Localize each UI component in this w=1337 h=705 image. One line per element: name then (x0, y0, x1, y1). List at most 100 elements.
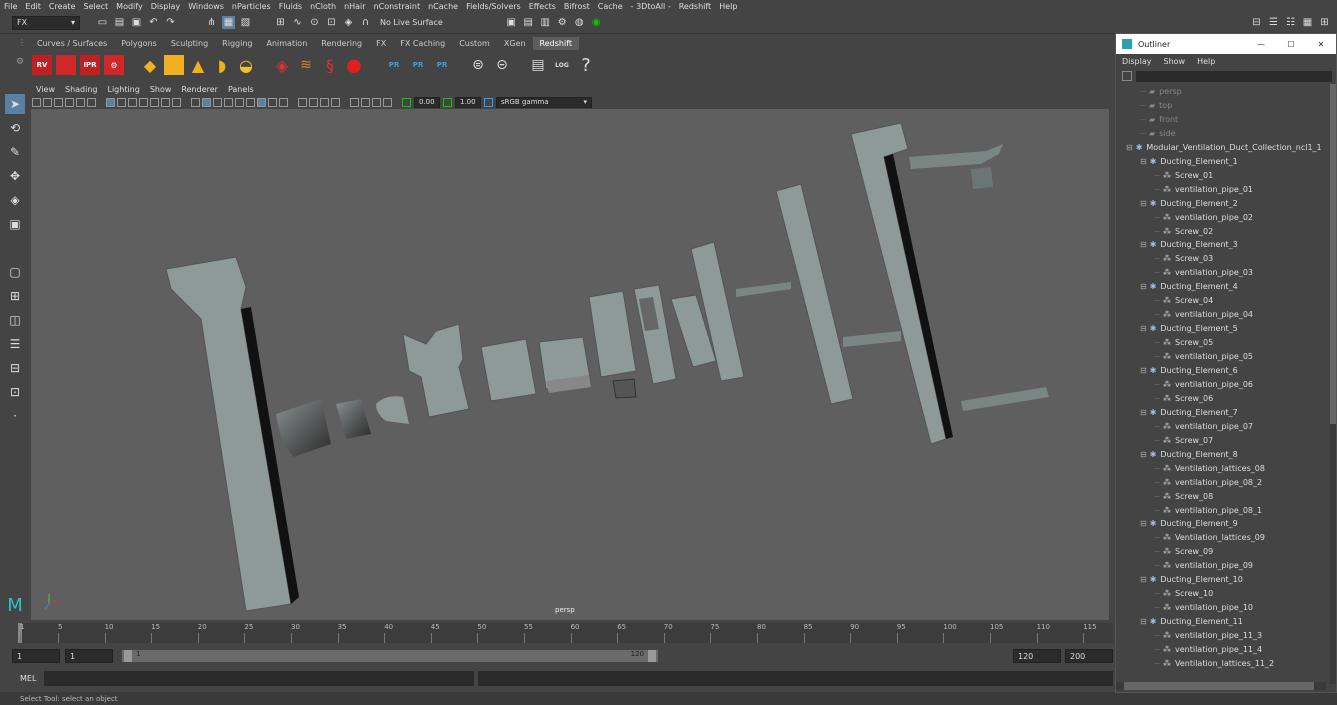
range-slider-bar[interactable]: 1 120 (122, 650, 658, 662)
render-frame-icon[interactable]: ▤ (522, 16, 535, 29)
smooth-shade-icon[interactable] (202, 97, 211, 107)
menuset-dropdown[interactable]: FX ▾ (12, 15, 80, 30)
range-handle-end[interactable] (648, 650, 656, 662)
rs-hair-icon[interactable]: § (320, 55, 340, 75)
outliner-item[interactable]: — ⁂ Ventilation_lattices_09 (1116, 531, 1265, 544)
collapse-icon[interactable]: ⊟ (1126, 143, 1133, 152)
start-time-field[interactable]: 1 (12, 649, 60, 663)
scale-tool-icon[interactable]: ▣ (5, 214, 25, 234)
render-settings-icon[interactable]: ⚙ (556, 16, 569, 29)
panel-menu-0[interactable]: View (31, 85, 60, 94)
gamma-icon[interactable] (443, 97, 452, 107)
field-chart-icon[interactable] (150, 97, 159, 107)
outliner-layout-icon[interactable]: ☰ (5, 334, 25, 354)
outliner-item[interactable]: — ⁂ Ventilation_lattices_08 (1116, 462, 1265, 475)
rs-render-icon[interactable] (56, 55, 76, 75)
modeling-toolkit-icon[interactable]: ⊞ (1318, 16, 1331, 29)
shelf-tab-3[interactable]: Rigging (215, 37, 259, 50)
gate-mask-icon[interactable] (139, 97, 148, 107)
collapse-icon[interactable]: ⊟ (1140, 324, 1147, 333)
rs-proxy-icon[interactable]: ◈ (272, 55, 292, 75)
channel-box-icon[interactable]: ☰ (1267, 16, 1280, 29)
outliner-item[interactable]: ⊟ ✱ Modular_Ventilation_Duct_Collection_nc… (1116, 141, 1322, 154)
menu-6[interactable]: Windows (184, 2, 228, 11)
single-layout-icon[interactable]: ▢ (5, 262, 25, 282)
gamma-field[interactable]: 1.00 (455, 96, 481, 108)
rs-dome-light-icon[interactable]: ◗ (212, 55, 232, 75)
shelf-settings-icon[interactable]: ⚙ (16, 57, 30, 67)
collapse-icon[interactable]: ⊟ (1140, 240, 1147, 249)
frame-all-icon[interactable] (372, 97, 381, 107)
shelf-tab-1[interactable]: Polygons (114, 37, 164, 50)
shelf-tab-2[interactable]: Sculpting (164, 37, 215, 50)
outliner-item[interactable]: — ▰ persp (1116, 85, 1182, 98)
filter-icon[interactable] (1122, 71, 1132, 81)
outliner-item[interactable]: — ⁂ ventilation_pipe_11_3 (1116, 629, 1262, 642)
rs-ies-light-icon[interactable]: ▲ (188, 55, 208, 75)
select-object-icon[interactable]: ▦ (222, 16, 235, 29)
attribute-editor-icon[interactable]: ☷ (1284, 16, 1297, 29)
panel-menu-1[interactable]: Shading (60, 85, 103, 94)
outliner-item[interactable]: ⊟ ✱ Ducting_Element_1 (1116, 155, 1238, 168)
perspective-viewport[interactable]: persp (31, 109, 1109, 620)
outliner-item[interactable]: — ▰ front (1116, 113, 1178, 126)
shelf-tab-4[interactable]: Animation (259, 37, 314, 50)
select-tool-icon[interactable]: ➤ (5, 94, 25, 114)
open-scene-icon[interactable]: ▤ (113, 16, 126, 29)
range-handle-start[interactable] (124, 650, 132, 662)
select-component-icon[interactable]: ▧ (239, 16, 252, 29)
panel-menu-2[interactable]: Lighting (102, 85, 144, 94)
shelf-tab-8[interactable]: Custom (452, 37, 497, 50)
rs-help-icon[interactable]: ? (576, 55, 596, 76)
script-layout-icon[interactable]: ⊡ (5, 382, 25, 402)
xray-icon[interactable] (257, 97, 266, 107)
hud-icon[interactable] (350, 97, 359, 107)
outliner-menu-2[interactable]: Help (1191, 57, 1221, 66)
outliner-titlebar[interactable]: Outliner — ☐ ✕ (1116, 34, 1336, 54)
frame-selected-icon[interactable] (383, 97, 392, 107)
outliner-item[interactable]: — ▰ side (1116, 127, 1176, 140)
graph-layout-icon[interactable]: ⊟ (5, 358, 25, 378)
outliner-item[interactable]: ⊟ ✱ Ducting_Element_11 (1116, 615, 1243, 628)
color-management-icon[interactable] (484, 97, 493, 107)
rs-sphere-icon[interactable]: ● (344, 55, 364, 76)
redo-icon[interactable]: ↷ (164, 16, 177, 29)
panel-menu-5[interactable]: Panels (223, 85, 259, 94)
new-scene-icon[interactable]: ▭ (96, 16, 109, 29)
shelf-tab-5[interactable]: Rendering (314, 37, 369, 50)
view-transform-dropdown[interactable]: sRGB gamma ▾ (496, 96, 592, 108)
bookmark-icon[interactable] (54, 97, 63, 107)
outliner-item[interactable]: — ⁂ Ventilation_lattices_11_2 (1116, 657, 1274, 670)
snap-curve-icon[interactable]: ∿ (291, 16, 304, 29)
menu-9[interactable]: nCloth (306, 2, 340, 11)
outliner-item[interactable]: — ⁂ Screw_06 (1116, 392, 1213, 405)
outliner-item[interactable]: — ⁂ ventilation_pipe_07 (1116, 420, 1253, 433)
textured-icon[interactable] (224, 97, 233, 107)
outliner-item[interactable]: — ⁂ ventilation_pipe_11_4 (1116, 643, 1262, 656)
outliner-item[interactable]: — ⁂ ventilation_pipe_03 (1116, 266, 1253, 279)
outliner-item[interactable]: ⊟ ✱ Ducting_Element_4 (1116, 280, 1238, 293)
depth-of-field-icon[interactable] (331, 97, 340, 107)
outliner-menu-0[interactable]: Display (1116, 57, 1158, 66)
menu-4[interactable]: Modify (112, 2, 147, 11)
outliner-item[interactable]: ⊟ ✱ Ducting_Element_8 (1116, 448, 1238, 461)
minimize-icon[interactable]: — (1246, 40, 1276, 49)
scrollbar-thumb[interactable] (1124, 682, 1314, 690)
motion-blur-icon[interactable] (309, 97, 318, 107)
select-camera-icon[interactable] (32, 97, 41, 107)
playback-end-field[interactable]: 120 (1013, 649, 1061, 663)
outliner-item[interactable]: — ▰ top (1116, 99, 1172, 112)
safe-title-icon[interactable] (172, 97, 181, 107)
menu-1[interactable]: Edit (21, 2, 45, 11)
undo-icon[interactable]: ↶ (147, 16, 160, 29)
anti-alias-icon[interactable] (320, 97, 329, 107)
shelf-tab-6[interactable]: FX (369, 37, 393, 50)
wireframe-icon[interactable] (191, 97, 200, 107)
menu-3[interactable]: Select (79, 2, 112, 11)
collapse-icon[interactable]: ⊟ (1140, 282, 1147, 291)
menu-19[interactable]: Help (715, 2, 741, 11)
outliner-item[interactable]: — ⁂ Screw_10 (1116, 587, 1213, 600)
rs-ipr-icon[interactable]: IPR (80, 55, 100, 75)
outliner-item[interactable]: — ⁂ Screw_02 (1116, 225, 1213, 238)
outliner-item[interactable]: — ⁂ ventilation_pipe_08_2 (1116, 476, 1262, 489)
